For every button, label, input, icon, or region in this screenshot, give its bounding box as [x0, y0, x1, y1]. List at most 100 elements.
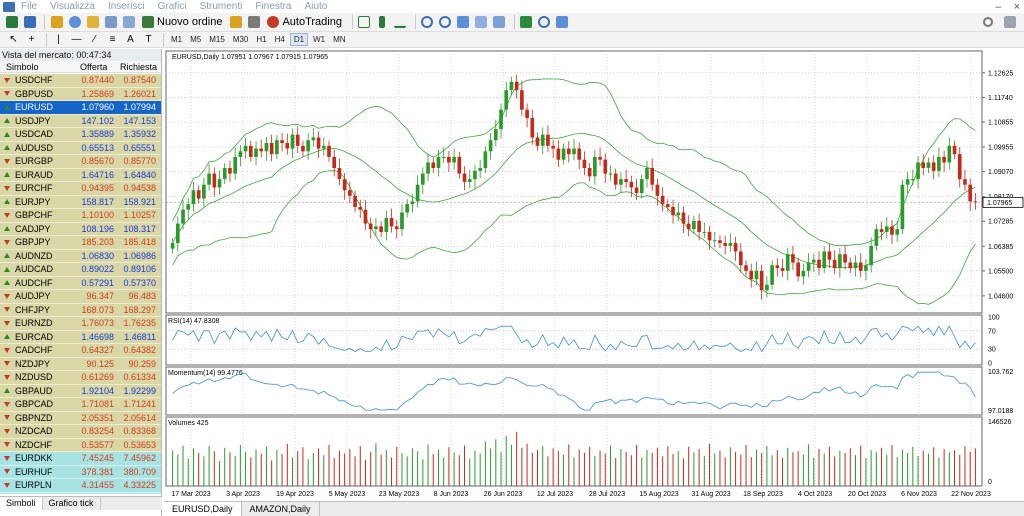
market-watch-row[interactable]: EURDKK 7.45245 7.45962: [0, 452, 161, 466]
candle-body: [645, 168, 649, 180]
timeframe-m30[interactable]: M30: [230, 34, 252, 45]
candle-body: [770, 265, 774, 285]
bid-price: 168.073: [81, 304, 114, 315]
candle-body: [937, 156, 941, 171]
market-watch-row[interactable]: NZDJPY 90.125 90.259: [0, 357, 161, 371]
timeframe-m1[interactable]: M1: [168, 34, 185, 45]
text-icon[interactable]: A: [123, 32, 138, 47]
market-watch-row[interactable]: USDCHF 0.87440 0.87540: [0, 74, 161, 88]
menu-insert[interactable]: Inserisci: [108, 1, 145, 12]
menu-view[interactable]: Visualizza: [50, 1, 95, 12]
timeframe-h4[interactable]: H4: [272, 34, 288, 45]
tab-tick-chart[interactable]: Grafico tick: [43, 497, 101, 510]
line-chart-icon[interactable]: [393, 15, 408, 30]
terminal-icon[interactable]: [103, 15, 118, 30]
market-watch-icon[interactable]: [49, 15, 64, 30]
auto-scroll-icon[interactable]: [492, 15, 507, 30]
navigator-icon[interactable]: [85, 15, 100, 30]
market-watch-row[interactable]: EURNZD 1.76073 1.76235: [0, 317, 161, 331]
menu-window[interactable]: Finestra: [255, 1, 291, 12]
column-symbol[interactable]: Simbolo: [0, 61, 76, 72]
market-watch-row[interactable]: EURSEK11.2011811.24603: [0, 492, 161, 494]
trendline-icon[interactable]: ∕: [87, 32, 102, 47]
message-icon[interactable]: [1002, 15, 1017, 30]
market-watch-row[interactable]: EURAUD 1.64716 1.64840: [0, 168, 161, 182]
bar-chart-icon[interactable]: [357, 15, 372, 30]
market-watch-row[interactable]: GBPAUD 1.92104 1.92299: [0, 384, 161, 398]
timeframe-m5[interactable]: M5: [187, 34, 204, 45]
zoom-out-icon[interactable]: [438, 15, 453, 30]
market-watch-row[interactable]: AUDUSD 0.65513 0.65551: [0, 141, 161, 155]
candle-body: [911, 179, 915, 181]
menu-help[interactable]: Aiuto: [304, 1, 327, 12]
market-watch-row[interactable]: CADCHF 0.64327 0.64382: [0, 344, 161, 358]
crosshair-icon[interactable]: +: [24, 32, 39, 47]
market-watch-row[interactable]: EURCHF 0.94395 0.94538: [0, 182, 161, 196]
menu-charts[interactable]: Grafici: [158, 1, 187, 12]
channel-icon[interactable]: ≡: [105, 32, 120, 47]
market-watch-row[interactable]: CHFJPY 168.073 168.297: [0, 303, 161, 317]
vertical-line-icon[interactable]: |: [51, 32, 66, 47]
market-watch-row[interactable]: AUDNZD 1.06830 1.06986: [0, 249, 161, 263]
text-label-icon[interactable]: T: [141, 32, 156, 47]
market-watch-row[interactable]: USDCAD 1.35889 1.35932: [0, 128, 161, 142]
signals-icon[interactable]: [246, 15, 261, 30]
market-watch-row[interactable]: EURCAD 1.46698 1.46811: [0, 330, 161, 344]
market-watch-row[interactable]: GBPUSD 1.25869 1.26021: [0, 87, 161, 101]
market-watch-row[interactable]: EURUSD 1.07960 1.07994: [0, 101, 161, 115]
tab-symbols[interactable]: Simboli: [0, 497, 43, 510]
column-bid[interactable]: Offerta: [76, 61, 116, 72]
market-watch-row[interactable]: CADJPY 108.196 108.317: [0, 222, 161, 236]
candle-body: [441, 156, 446, 158]
timeframe-w1[interactable]: W1: [310, 34, 328, 45]
market-watch-row[interactable]: EURPLN 4.31455 4.33225: [0, 479, 161, 493]
indicators-icon[interactable]: [519, 15, 534, 30]
zoom-in-icon[interactable]: [420, 15, 435, 30]
candlestick-icon[interactable]: [375, 15, 390, 30]
templates-icon[interactable]: [555, 15, 570, 30]
search-icon[interactable]: [980, 15, 995, 30]
market-watch-row[interactable]: AUDCAD 0.89022 0.89106: [0, 263, 161, 277]
candle-body: [499, 109, 503, 130]
column-ask[interactable]: Richiesta: [116, 61, 160, 72]
periods-icon[interactable]: [537, 15, 552, 30]
minimize-button[interactable]: –: [995, 1, 1001, 13]
chart-canvas[interactable]: 1.126251.117401.108551.099551.090701.081…: [164, 49, 1024, 501]
timeframe-m15[interactable]: M15: [206, 34, 228, 45]
market-watch-row[interactable]: GBPCAD 1.71081 1.71241: [0, 398, 161, 412]
new-chart-icon[interactable]: [4, 15, 19, 30]
close-button[interactable]: ×: [1014, 1, 1020, 13]
market-watch-row[interactable]: GBPJPY 185.203 185.418: [0, 236, 161, 250]
market-watch-row[interactable]: GBPCHF 1.10100 1.10257: [0, 209, 161, 223]
market-watch-row[interactable]: GBPNZD 2.05351 2.05614: [0, 411, 161, 425]
new-order-button[interactable]: Nuovo ordine: [139, 15, 225, 30]
chart-tab-amazon[interactable]: AMAZON,Daily: [242, 502, 320, 516]
timeframe-mn[interactable]: MN: [330, 34, 348, 45]
market-watch-row[interactable]: NZDUSD 0.61269 0.61334: [0, 371, 161, 385]
metaeditor-icon[interactable]: [228, 15, 243, 30]
market-watch-row[interactable]: USDJPY 147.102 147.153: [0, 114, 161, 128]
chart-shift-icon[interactable]: [474, 15, 489, 30]
market-watch-row[interactable]: NZDCHF 0.53577 0.53653: [0, 438, 161, 452]
tile-windows-icon[interactable]: [456, 15, 471, 30]
menu-file[interactable]: File: [21, 1, 37, 12]
ask-price: 185.418: [123, 237, 156, 248]
menu-tools[interactable]: Strumenti: [200, 1, 243, 12]
timeframe-h1[interactable]: H1: [253, 34, 269, 45]
market-watch-row[interactable]: EURJPY 158.817 158.921: [0, 195, 161, 209]
data-window-icon[interactable]: [67, 15, 82, 30]
market-watch-row[interactable]: AUDCHF 0.57291 0.57370: [0, 276, 161, 290]
timeframe-d1[interactable]: D1: [289, 33, 309, 46]
market-watch-row[interactable]: EURHUF 378.381 380.709: [0, 465, 161, 479]
autotrading-button[interactable]: AutoTrading: [264, 15, 345, 30]
chart-window[interactable]: 1.126251.117401.108551.099551.090701.081…: [164, 49, 1024, 501]
cursor-icon[interactable]: ↖: [6, 32, 21, 47]
market-watch-row[interactable]: NZDCAD 0.83254 0.83368: [0, 425, 161, 439]
profiles-icon[interactable]: [22, 15, 37, 30]
market-watch-row[interactable]: AUDJPY 96.347 96.483: [0, 290, 161, 304]
horizontal-line-icon[interactable]: —: [69, 32, 84, 47]
price-axis-label: 1.11740: [988, 95, 1013, 102]
market-watch-row[interactable]: EURGBP 0.85670 0.85770: [0, 155, 161, 169]
strategy-tester-icon[interactable]: [121, 15, 136, 30]
chart-tab-eurusd[interactable]: EURUSD,Daily: [164, 502, 242, 516]
